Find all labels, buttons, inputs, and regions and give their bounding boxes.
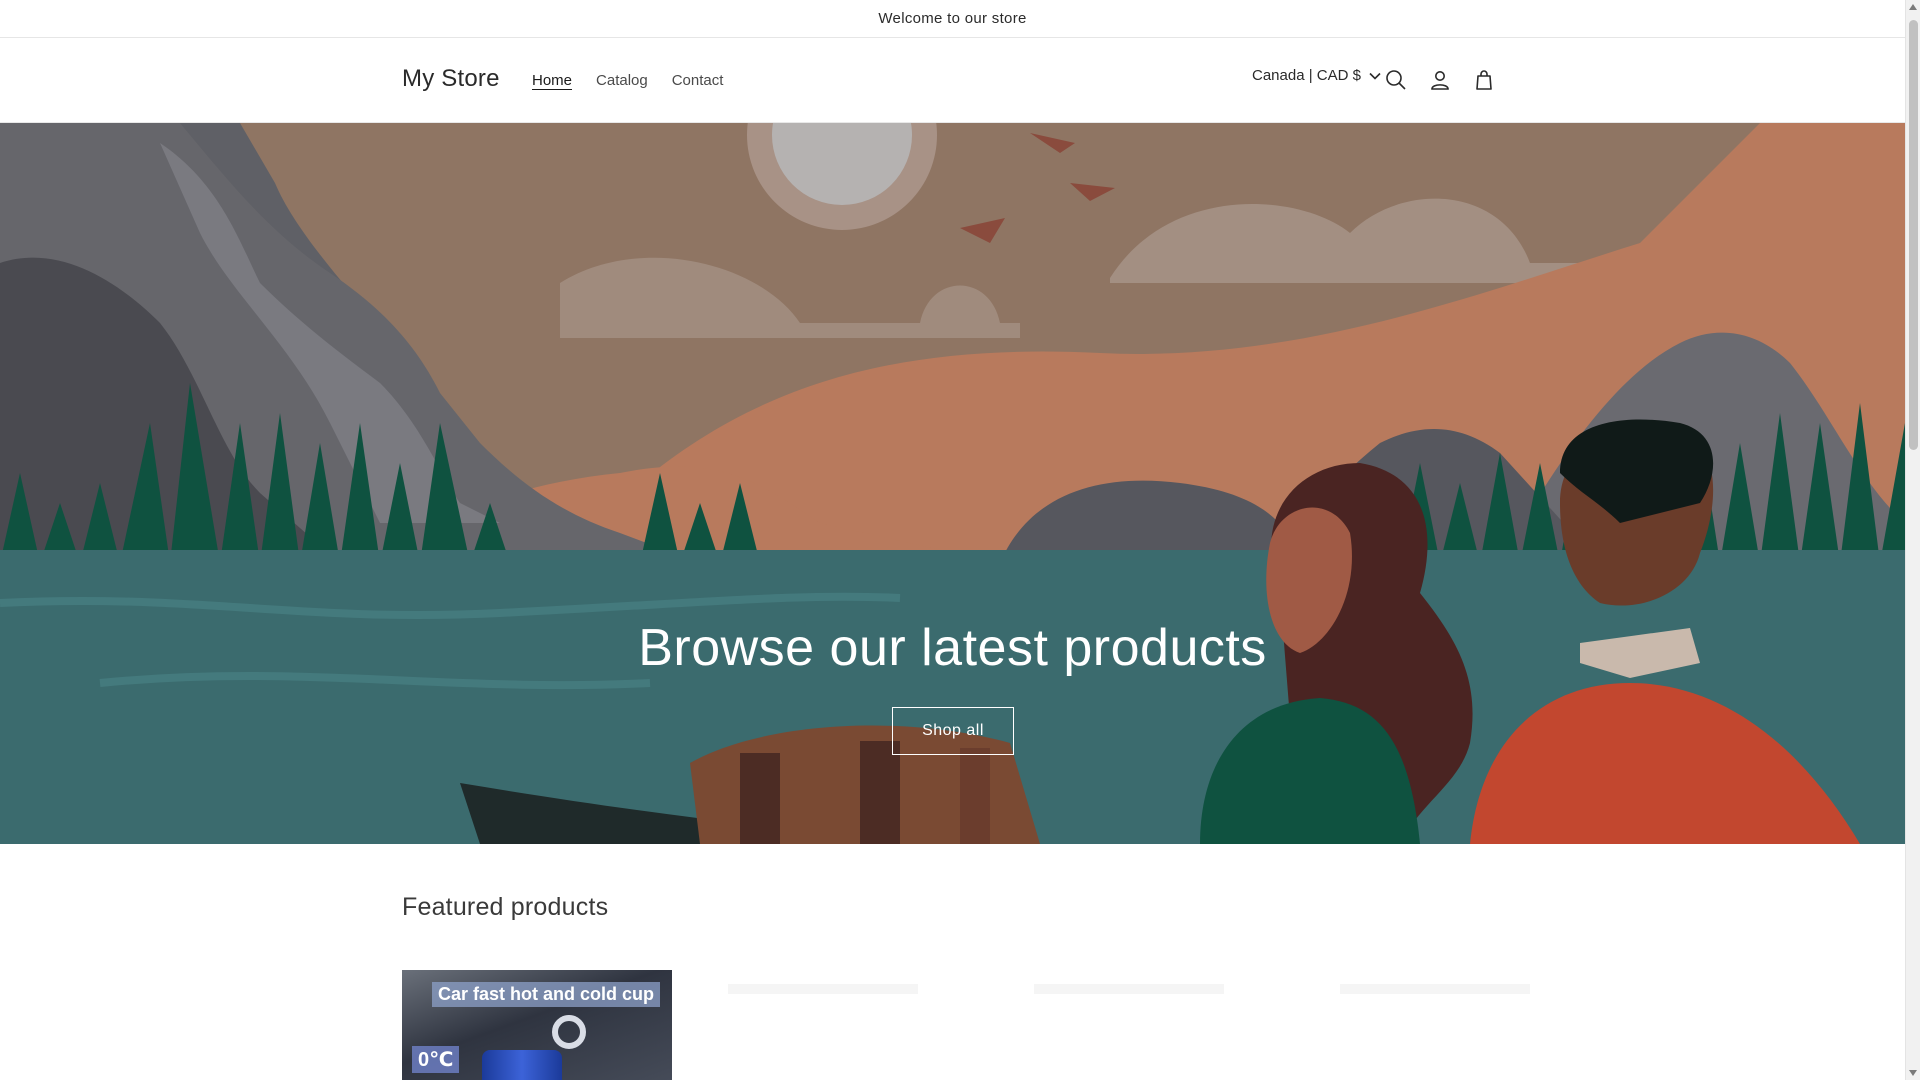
product-image-can [482, 1050, 562, 1080]
product-temp-text: 0℃ [412, 1046, 460, 1073]
search-icon [1386, 70, 1406, 90]
account-button[interactable] [1423, 63, 1457, 97]
account-icon [1431, 71, 1449, 90]
hero-banner: Browse our latest products Shop all [0, 123, 1905, 844]
product-card-placeholder[interactable] [1320, 970, 1590, 1080]
announcement-bar: Welcome to our store [0, 0, 1905, 38]
site-header: My Store Home Catalog Contact Canada | C… [0, 39, 1905, 123]
hero-title: Browse our latest products [638, 619, 1267, 677]
product-card-placeholder[interactable] [1014, 970, 1284, 1080]
cart-button[interactable] [1467, 63, 1501, 97]
product-image-detail [552, 1015, 586, 1049]
nav-home[interactable]: Home [520, 71, 584, 91]
nav-catalog[interactable]: Catalog [584, 71, 660, 91]
product-card[interactable]: Car fast hot and cold cup 0℃ [402, 970, 672, 1080]
nav-contact[interactable]: Contact [660, 71, 736, 91]
locale-label: Canada | CAD $ [1252, 67, 1361, 84]
scroll-thumb[interactable] [1909, 20, 1918, 450]
product-card-placeholder[interactable] [708, 970, 978, 1080]
product-banner-text: Car fast hot and cold cup [432, 982, 661, 1007]
page: Welcome to our store My Store Home Catal… [0, 0, 1905, 1080]
page-scrollbar[interactable] [1905, 0, 1920, 1080]
search-button[interactable] [1379, 63, 1413, 97]
cart-icon [1476, 70, 1492, 90]
announcement-text: Welcome to our store [878, 10, 1027, 27]
country-currency-selector[interactable]: Canada | CAD $ [1252, 67, 1381, 84]
shop-all-button[interactable]: Shop all [892, 707, 1014, 755]
scroll-down-arrow[interactable] [1909, 1070, 1917, 1076]
scroll-up-arrow[interactable] [1909, 4, 1917, 10]
featured-products-title: Featured products [402, 893, 609, 921]
store-logo[interactable]: My Store [402, 65, 500, 93]
main-nav: Home Catalog Contact [520, 39, 735, 123]
